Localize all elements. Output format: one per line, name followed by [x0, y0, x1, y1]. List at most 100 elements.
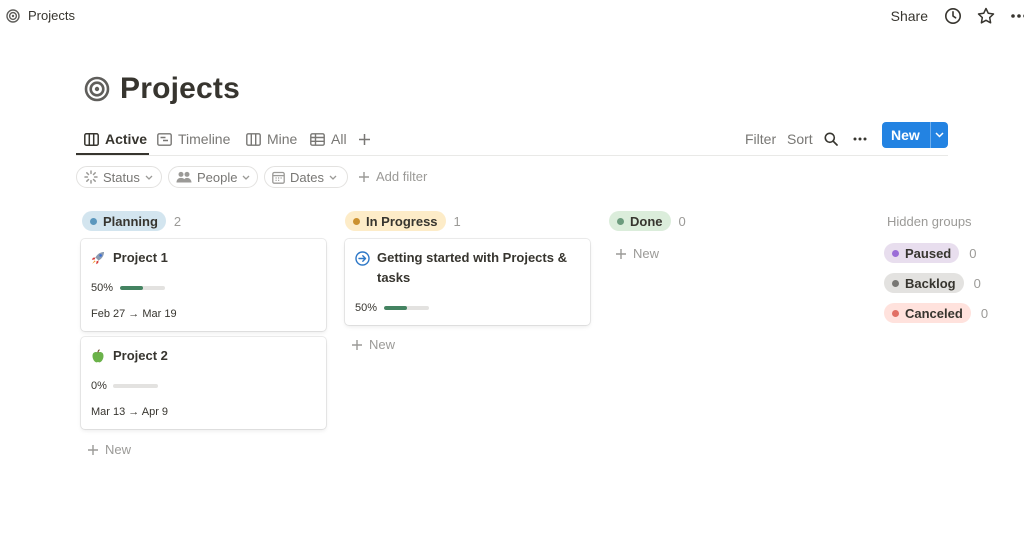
new-card-label: New — [105, 442, 132, 457]
status-dot — [892, 249, 899, 257]
status-badge-label: Done — [630, 213, 663, 229]
more-icon[interactable] — [1010, 13, 1024, 19]
new-card-button-done[interactable]: New — [615, 246, 659, 261]
status-badge-label: Paused — [905, 245, 952, 261]
dates-filter[interactable]: Dates — [264, 166, 348, 188]
status-dot — [617, 217, 624, 225]
status-badge: In Progress — [345, 211, 446, 231]
column-count: 1 — [453, 213, 461, 229]
clock-icon[interactable] — [944, 7, 962, 25]
progress-bar — [384, 306, 429, 310]
page-header: Projects — [84, 72, 240, 106]
progress-label: 0% — [91, 380, 107, 392]
plus-icon — [615, 248, 627, 260]
people-filter[interactable]: People — [168, 166, 258, 188]
table-icon — [310, 132, 325, 146]
column-count: 0 — [678, 213, 686, 229]
new-card-button-planning[interactable]: New — [87, 442, 131, 457]
hidden-group-canceled[interactable]: Canceled 0 — [884, 303, 988, 323]
filter-button[interactable]: Filter — [745, 128, 776, 150]
add-view-button[interactable] — [358, 128, 371, 150]
status-badge-label: Backlog — [905, 275, 956, 291]
tab-label: Mine — [267, 131, 298, 147]
card-title: Getting started with Projects & — [377, 250, 567, 265]
chevron-down-icon — [242, 175, 250, 180]
board-card-project-2[interactable]: Project 2 0% Mar 13 → Apr 9 — [81, 337, 326, 429]
progress-fill — [384, 306, 407, 310]
progress-label: 50% — [355, 302, 378, 314]
chevron-down-icon — [329, 175, 337, 180]
board-card-project-1[interactable]: Project 1 50% Feb 27 → Mar 19 — [81, 239, 326, 331]
tab-active[interactable]: Active — [84, 128, 147, 150]
status-badge: Done — [609, 211, 671, 231]
tab-all[interactable]: All — [310, 128, 347, 150]
progress-label: 50% — [91, 282, 114, 294]
status-filter-label: Status — [103, 169, 140, 185]
status-badge: Planning — [82, 211, 166, 231]
breadcrumb[interactable]: Projects — [6, 8, 75, 23]
status-badge: Canceled — [884, 303, 971, 323]
tab-label: Active — [105, 131, 148, 147]
column-header-planning[interactable]: Planning 2 — [82, 211, 181, 231]
tab-timeline[interactable]: Timeline — [157, 128, 230, 150]
status-dot — [892, 309, 899, 317]
target-icon — [6, 8, 20, 23]
group-count: 0 — [973, 275, 981, 291]
progress-bar — [120, 286, 165, 290]
loading-icon — [84, 170, 98, 184]
card-dates: Mar 13 → Apr 9 — [91, 406, 169, 418]
progress-fill — [120, 286, 143, 290]
search-icon[interactable] — [824, 128, 838, 150]
new-button-label: New — [891, 127, 920, 143]
tab-mine[interactable]: Mine — [246, 128, 297, 150]
plus-icon — [358, 171, 370, 183]
status-filter[interactable]: Status — [76, 166, 162, 188]
new-card-label: New — [369, 337, 396, 352]
dates-filter-label: Dates — [290, 169, 324, 185]
hidden-groups-title: Hidden groups — [887, 214, 972, 229]
card-title: Project 1 — [113, 250, 168, 265]
star-icon[interactable] — [976, 6, 996, 26]
status-dot — [353, 217, 360, 225]
chevron-down-icon — [145, 175, 153, 180]
arrow-circle-icon — [355, 251, 370, 266]
status-badge-label: Canceled — [905, 305, 963, 321]
tab-label: Timeline — [178, 131, 231, 147]
top-bar: Projects Share — [0, 0, 1024, 34]
card-title-continued: tasks — [377, 270, 411, 285]
sort-button[interactable]: Sort — [787, 128, 813, 150]
status-badge-label: Planning — [103, 213, 158, 229]
tab-label: All — [331, 131, 347, 147]
board-icon — [246, 132, 261, 146]
new-card-label: New — [633, 246, 660, 261]
hidden-group-backlog[interactable]: Backlog 0 — [884, 273, 981, 293]
people-filter-label: People — [197, 169, 238, 185]
hidden-group-paused[interactable]: Paused 0 — [884, 243, 976, 263]
plus-icon — [358, 133, 371, 146]
board-icon — [84, 132, 99, 146]
breadcrumb-label: Projects — [28, 8, 75, 23]
status-badge-label: In Progress — [366, 213, 438, 229]
group-count: 0 — [980, 305, 989, 321]
card-dates: Feb 27 → Mar 19 — [91, 308, 177, 320]
chevron-down-icon[interactable] — [931, 132, 948, 138]
card-title: Project 2 — [113, 348, 168, 363]
plus-icon — [351, 339, 363, 351]
add-filter-button[interactable]: Add filter — [358, 169, 427, 184]
column-header-in-progress[interactable]: In Progress 1 — [345, 211, 461, 231]
more-icon[interactable] — [853, 128, 867, 150]
new-card-button-in-progress[interactable]: New — [351, 337, 395, 352]
status-dot — [892, 279, 899, 287]
new-button[interactable]: New — [882, 122, 948, 148]
status-badge: Backlog — [884, 273, 964, 293]
calendar-icon — [272, 171, 285, 184]
column-count: 2 — [173, 213, 182, 229]
target-icon — [84, 76, 110, 102]
share-button[interactable]: Share — [891, 8, 928, 24]
status-badge: Paused — [884, 243, 960, 263]
plus-icon — [87, 444, 99, 456]
column-header-done[interactable]: Done 0 — [609, 211, 686, 231]
rocket-icon — [91, 251, 105, 265]
apple-icon — [91, 349, 105, 363]
board-card-getting-started[interactable]: Getting started with Projects & tasks 50… — [345, 239, 590, 325]
